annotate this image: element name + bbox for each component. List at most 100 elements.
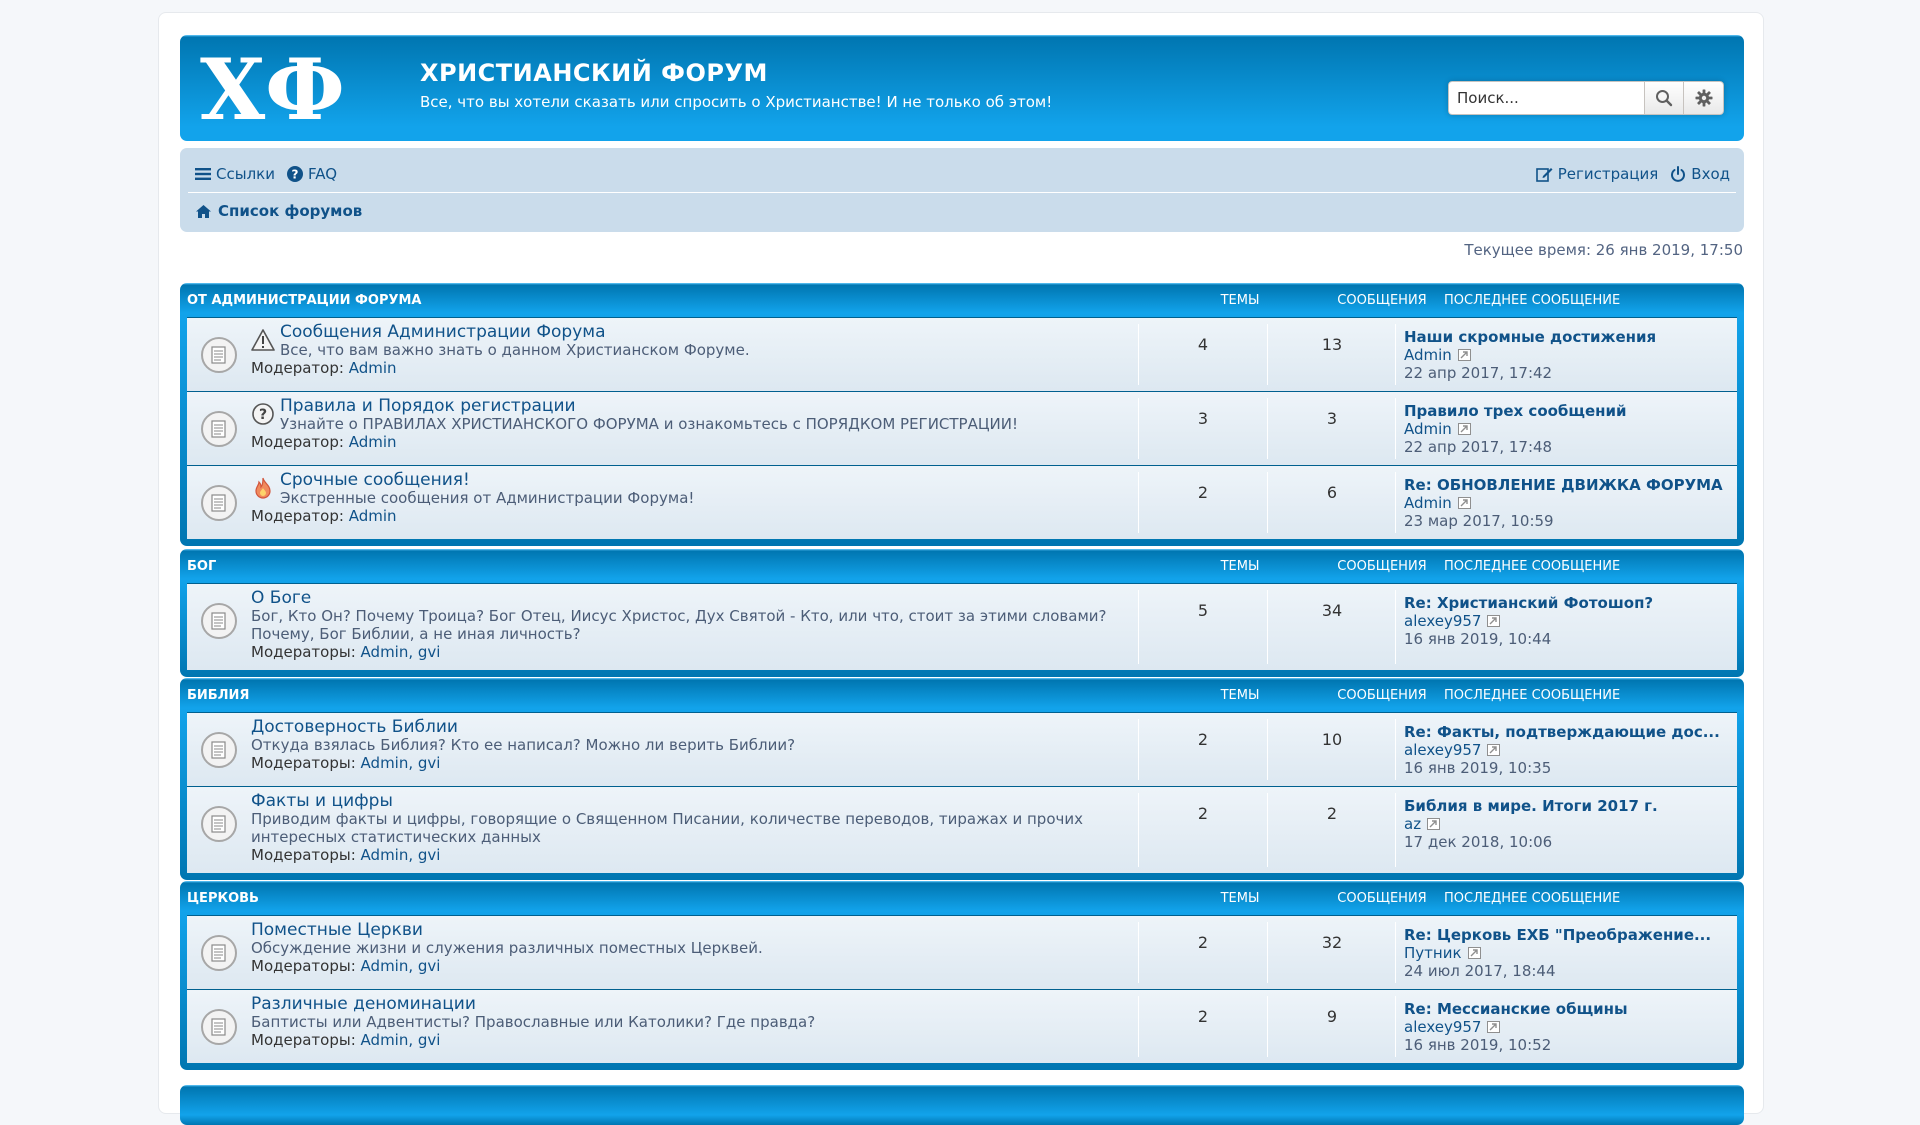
- search-button[interactable]: [1644, 81, 1684, 115]
- column-divider: [1267, 719, 1268, 780]
- column-last-post: ПОСЛЕДНЕЕ СООБЩЕНИЕ: [1444, 688, 1621, 703]
- category-header: БОГ ТЕМЫ СООБЩЕНИЯ ПОСЛЕДНЕЕ СООБЩЕНИЕ: [187, 549, 1737, 583]
- search-input[interactable]: [1448, 81, 1644, 115]
- moderator-link[interactable]: Admin: [349, 507, 397, 525]
- last-post-title[interactable]: Библия в мире. Итоги 2017 г.: [1404, 797, 1734, 815]
- fire-icon: [255, 477, 271, 499]
- column-divider: [1267, 922, 1268, 983]
- last-post-author[interactable]: Admin: [1404, 494, 1452, 512]
- moderator-link[interactable]: Admin, gvi: [361, 846, 441, 864]
- category-header: ОТ АДМИНИСТРАЦИИ ФОРУМА ТЕМЫ СООБЩЕНИЯ П…: [187, 283, 1737, 317]
- forum-row: Сообщения Администрации Форума Все, что …: [187, 317, 1737, 391]
- forum-title[interactable]: Поместные Церкви: [251, 920, 423, 940]
- site-description: Все, что вы хотели сказать или спросить …: [420, 93, 1053, 111]
- navbar: Ссылки ? FAQ Регистрация Вход Список фор…: [180, 148, 1744, 232]
- moderator-label: Модераторы:: [251, 1031, 356, 1049]
- login-link[interactable]: Вход: [1670, 165, 1730, 183]
- view-latest-post-icon[interactable]: [1457, 423, 1471, 435]
- last-post-author[interactable]: az: [1404, 815, 1421, 833]
- last-post-title[interactable]: Re: Факты, подтверждающие дос...: [1404, 723, 1734, 741]
- forum-moderators: Модераторы: Admin, gvi: [251, 754, 1111, 772]
- column-divider: [1395, 996, 1396, 1057]
- breadcrumb[interactable]: Список форумов: [195, 202, 362, 220]
- forum-description: Экстренные сообщения от Администрации Фо…: [280, 489, 695, 507]
- site-logo[interactable]: ХФ: [200, 41, 350, 131]
- last-post-title[interactable]: Re: Христианский Фотошоп?: [1404, 594, 1734, 612]
- last-post-author[interactable]: alexey957: [1404, 612, 1481, 630]
- last-post-title[interactable]: Re: Мессианские общины: [1404, 1000, 1734, 1018]
- posts-count: 2: [1326, 804, 1338, 823]
- moderator-link[interactable]: Admin: [349, 359, 397, 377]
- svg-text:ХФ: ХФ: [200, 41, 345, 131]
- last-post-date: 16 янв 2019, 10:35: [1404, 759, 1552, 777]
- topics-count: 4: [1197, 335, 1209, 354]
- register-link[interactable]: Регистрация: [1535, 165, 1659, 183]
- forum-title[interactable]: Правила и Порядок регистрации: [280, 396, 576, 416]
- last-post-author[interactable]: alexey957: [1404, 1018, 1481, 1036]
- moderator-link[interactable]: Admin, gvi: [361, 643, 441, 661]
- view-latest-post-icon[interactable]: [1457, 497, 1471, 509]
- svg-text:?: ?: [291, 168, 298, 182]
- last-post-date: 22 апр 2017, 17:42: [1404, 364, 1553, 382]
- posts-count: 3: [1326, 409, 1338, 428]
- view-latest-post-icon[interactable]: [1427, 818, 1441, 830]
- moderator-link[interactable]: Admin, gvi: [361, 754, 441, 772]
- category-title[interactable]: БОГ: [187, 559, 216, 574]
- column-posts: СООБЩЕНИЯ: [1337, 688, 1427, 703]
- view-latest-post-icon[interactable]: [1487, 615, 1501, 627]
- forum-title[interactable]: Факты и цифры: [251, 791, 393, 811]
- forum-title[interactable]: Срочные сообщения!: [280, 470, 470, 490]
- last-post-author[interactable]: Admin: [1404, 420, 1452, 438]
- forum-title[interactable]: Различные деноминации: [251, 994, 476, 1014]
- faq-link[interactable]: ? FAQ: [286, 165, 337, 183]
- register-label: Регистрация: [1557, 165, 1659, 183]
- forum-read-icon: [201, 732, 237, 768]
- category-title[interactable]: БИБЛИЯ: [187, 688, 249, 703]
- forum-title[interactable]: Достоверность Библии: [251, 717, 458, 737]
- last-post: Re: Факты, подтверждающие дос... alexey9…: [1404, 723, 1734, 777]
- column-divider: [1138, 719, 1139, 780]
- page-wrapper: ХФ ХРИСТИАНСКИЙ ФОРУМ Все, что вы хотели…: [158, 12, 1764, 1125]
- forum-title[interactable]: Сообщения Администрации Форума: [280, 322, 606, 342]
- question-icon: ?: [252, 403, 274, 425]
- category-block-church: ЦЕРКОВЬ ТЕМЫ СООБЩЕНИЯ ПОСЛЕДНЕЕ СООБЩЕН…: [180, 881, 1744, 1070]
- search-box: [1448, 81, 1724, 115]
- moderator-link[interactable]: Admin, gvi: [361, 957, 441, 975]
- column-last-post: ПОСЛЕДНЕЕ СООБЩЕНИЕ: [1444, 293, 1621, 308]
- last-post-author[interactable]: alexey957: [1404, 741, 1481, 759]
- view-latest-post-icon[interactable]: [1487, 744, 1501, 756]
- category-block-admin: ОТ АДМИНИСТРАЦИИ ФОРУМА ТЕМЫ СООБЩЕНИЯ П…: [180, 283, 1744, 546]
- forum-description: Откуда взялась Библия? Кто ее написал? М…: [251, 736, 796, 754]
- column-divider: [1267, 398, 1268, 459]
- moderator-link[interactable]: Admin: [349, 433, 397, 451]
- last-post-title[interactable]: Re: ОБНОВЛЕНИЕ ДВИЖКА ФОРУМА: [1404, 476, 1734, 494]
- last-post-title[interactable]: Наши скромные достижения: [1404, 328, 1734, 346]
- quick-links-label: Ссылки: [216, 165, 275, 183]
- column-divider: [1395, 922, 1396, 983]
- forum-row: Факты и цифры Приводим факты и цифры, го…: [187, 786, 1737, 873]
- advanced-search-button[interactable]: [1684, 81, 1724, 115]
- column-last-post: ПОСЛЕДНЕЕ СООБЩЕНИЕ: [1444, 891, 1621, 906]
- view-latest-post-icon[interactable]: [1487, 1021, 1501, 1033]
- last-post: Правило трех сообщений Admin 22 апр 2017…: [1404, 402, 1734, 456]
- forum-row: Различные деноминации Баптисты или Адвен…: [187, 989, 1737, 1063]
- view-latest-post-icon[interactable]: [1457, 349, 1471, 361]
- moderator-link[interactable]: Admin, gvi: [361, 1031, 441, 1049]
- view-latest-post-icon[interactable]: [1467, 947, 1481, 959]
- category-title[interactable]: ЦЕРКОВЬ: [187, 891, 259, 906]
- breadcrumb-forum-index: Список форумов: [218, 202, 363, 220]
- last-post-title[interactable]: Re: Церковь ЕХБ "Преображение...: [1404, 926, 1734, 944]
- column-divider: [1138, 324, 1139, 385]
- forum-description: Баптисты или Адвентисты? Православные ил…: [251, 1013, 816, 1031]
- moderator-label: Модератор:: [251, 359, 344, 377]
- forum-title[interactable]: О Боге: [251, 588, 311, 608]
- forum-description: Обсуждение жизни и служения различных по…: [251, 939, 763, 957]
- column-topics: ТЕМЫ: [1220, 293, 1260, 308]
- last-post-title[interactable]: Правило трех сообщений: [1404, 402, 1734, 420]
- quick-links-menu[interactable]: Ссылки: [195, 165, 275, 183]
- category-title[interactable]: ОТ АДМИНИСТРАЦИИ ФОРУМА: [187, 293, 422, 308]
- column-divider: [1138, 472, 1139, 533]
- last-post: Re: ОБНОВЛЕНИЕ ДВИЖКА ФОРУМА Admin 23 ма…: [1404, 476, 1734, 530]
- last-post-author[interactable]: Путник: [1404, 944, 1462, 962]
- last-post-author[interactable]: Admin: [1404, 346, 1452, 364]
